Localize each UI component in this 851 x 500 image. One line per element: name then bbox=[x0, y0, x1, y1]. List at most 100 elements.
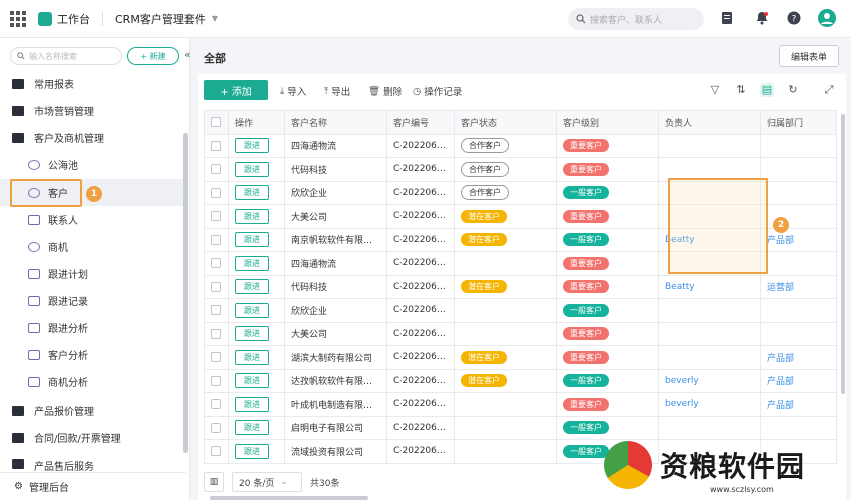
column-settings-icon[interactable]: ▥ bbox=[204, 472, 224, 492]
table-row[interactable]: 跟进 大美公司 C-20220608... 重要客户 bbox=[204, 321, 837, 346]
dept-cell[interactable] bbox=[760, 321, 837, 346]
fullscreen-icon[interactable]: ⤢ bbox=[822, 83, 836, 97]
layout-icon[interactable]: ▤ bbox=[760, 83, 774, 97]
sidebar-item-follow-record[interactable]: 跟进记录 bbox=[0, 287, 186, 314]
sidebar-scrollbar[interactable] bbox=[183, 133, 188, 453]
bell-icon[interactable] bbox=[755, 11, 769, 25]
customer-name-cell[interactable]: 南京帆软软件有限公... bbox=[284, 227, 387, 252]
follow-button[interactable]: 跟进 bbox=[235, 208, 269, 224]
customer-name-cell[interactable]: 欣欣企业 bbox=[284, 180, 387, 205]
dept-cell[interactable] bbox=[760, 157, 837, 182]
row-checkbox[interactable] bbox=[204, 298, 229, 323]
sort-icon[interactable]: ⇅ bbox=[734, 83, 748, 97]
owner-cell[interactable] bbox=[658, 345, 761, 370]
row-checkbox[interactable] bbox=[204, 274, 229, 299]
table-row[interactable]: 跟进 欣欣企业 C-20220608... 一般客户 bbox=[204, 298, 837, 323]
column-header[interactable]: 客户编号 bbox=[386, 110, 455, 135]
table-row[interactable]: 跟进 叶成机电制造有限公... C-20220602... 重要客户 beverly 产品… bbox=[204, 392, 837, 417]
customer-name-cell[interactable]: 欣欣企业 bbox=[284, 298, 387, 323]
follow-button[interactable]: 跟进 bbox=[235, 185, 269, 201]
owner-cell[interactable]: Beatty bbox=[658, 274, 761, 299]
follow-button[interactable]: 跟进 bbox=[235, 420, 269, 436]
row-checkbox[interactable] bbox=[204, 439, 229, 464]
table-row[interactable]: 跟进 代码科技 C-20220608... 潜在客户 重要客户 Beatty 运营部 bbox=[204, 274, 837, 299]
owner-cell[interactable]: beverly bbox=[658, 368, 761, 393]
sidebar-search-input[interactable]: 输入名称搜索 bbox=[10, 47, 122, 65]
dept-cell[interactable]: 产品部 bbox=[760, 345, 837, 370]
row-checkbox[interactable] bbox=[204, 368, 229, 393]
horizontal-scrollbar[interactable] bbox=[210, 496, 368, 500]
follow-button[interactable]: 跟进 bbox=[235, 443, 269, 459]
owner-cell[interactable]: beverly bbox=[658, 392, 761, 417]
follow-button[interactable]: 跟进 bbox=[235, 279, 269, 295]
chevron-down-icon[interactable]: ▼ bbox=[212, 14, 218, 23]
sidebar-item-customer-opportunity[interactable]: 客户及商机管理 bbox=[0, 124, 186, 151]
dept-cell[interactable]: 产品部 bbox=[760, 392, 837, 417]
sidebar-item-contract[interactable]: 合同/回款/开票管理 bbox=[0, 424, 186, 451]
table-row[interactable]: 跟进 湖滨大制药有限公司 C-20220607... 潜在客户 重要客户 产品部 bbox=[204, 345, 837, 370]
row-checkbox[interactable] bbox=[204, 321, 229, 346]
sidebar-item-opportunity[interactable]: 商机 bbox=[0, 233, 186, 260]
customer-name-cell[interactable]: 湖滨大制药有限公司 bbox=[284, 345, 387, 370]
follow-button[interactable]: 跟进 bbox=[235, 396, 269, 412]
customer-name-cell[interactable]: 流域投资有限公司 bbox=[284, 439, 387, 464]
sidebar-item-product-quote[interactable]: 产品报价管理 bbox=[0, 397, 186, 424]
sidebar-item-marketing[interactable]: 市场营销管理 bbox=[0, 97, 186, 124]
global-search-input[interactable]: 搜索客户、联系人 bbox=[568, 8, 704, 30]
table-row[interactable]: 跟进 达孜帆软软件有限公... C-20220607... 潜在客户 一般客户 bever… bbox=[204, 368, 837, 393]
column-header[interactable]: 负责人 bbox=[658, 110, 761, 135]
export-button[interactable]: ⤒ 导出 bbox=[324, 84, 350, 99]
column-header[interactable]: 客户状态 bbox=[454, 110, 557, 135]
suite-name[interactable]: CRM客户管理套件 bbox=[115, 11, 206, 27]
row-checkbox[interactable] bbox=[204, 345, 229, 370]
row-checkbox[interactable] bbox=[204, 227, 229, 252]
customer-name-cell[interactable]: 四海通物流 bbox=[284, 133, 387, 158]
column-header[interactable]: 客户级别 bbox=[556, 110, 659, 135]
owner-cell[interactable] bbox=[658, 298, 761, 323]
sidebar-item-common-reports[interactable]: 常用报表 bbox=[0, 70, 186, 97]
customer-name-cell[interactable]: 大美公司 bbox=[284, 321, 387, 346]
customer-name-cell[interactable]: 大美公司 bbox=[284, 204, 387, 229]
help-icon[interactable]: ? bbox=[787, 11, 801, 25]
follow-button[interactable]: 跟进 bbox=[235, 138, 269, 154]
sidebar-item-public-pool[interactable]: 公海池 bbox=[0, 151, 186, 178]
notes-icon[interactable] bbox=[720, 11, 734, 25]
delete-button[interactable]: 🗑 删除 bbox=[368, 84, 402, 99]
dept-cell[interactable]: 产品部 bbox=[760, 227, 837, 252]
customer-name-cell[interactable]: 代码科技 bbox=[284, 157, 387, 182]
follow-button[interactable]: 跟进 bbox=[235, 373, 269, 389]
sidebar-item-opportunity-analysis[interactable]: 商机分析 bbox=[0, 368, 186, 395]
row-checkbox[interactable] bbox=[204, 133, 229, 158]
app-grid-icon[interactable] bbox=[10, 10, 28, 28]
sidebar-item-follow-plan[interactable]: 跟进计划 bbox=[0, 260, 186, 287]
follow-button[interactable]: 跟进 bbox=[235, 326, 269, 342]
admin-backend-link[interactable]: ⚙ 管理后台 bbox=[0, 472, 186, 500]
follow-button[interactable]: 跟进 bbox=[235, 161, 269, 177]
row-checkbox[interactable] bbox=[204, 392, 229, 417]
edit-form-button[interactable]: 编辑表单 bbox=[779, 45, 839, 67]
row-checkbox[interactable] bbox=[204, 204, 229, 229]
filter-icon[interactable]: ▽ bbox=[708, 83, 722, 97]
dept-cell[interactable] bbox=[760, 180, 837, 205]
history-button[interactable]: ◷ 操作记录 bbox=[413, 84, 462, 99]
dept-cell[interactable] bbox=[760, 251, 837, 276]
sidebar-item-follow-analysis[interactable]: 跟进分析 bbox=[0, 314, 186, 341]
sidebar-item-contacts[interactable]: 联系人 bbox=[0, 206, 186, 233]
customer-name-cell[interactable]: 叶成机电制造有限公... bbox=[284, 392, 387, 417]
customer-name-cell[interactable]: 代码科技 bbox=[284, 274, 387, 299]
select-all-checkbox[interactable] bbox=[204, 110, 229, 135]
avatar[interactable] bbox=[818, 9, 836, 27]
dept-cell[interactable] bbox=[760, 204, 837, 229]
table-row[interactable]: 跟进 四海通物流 C-20220608... 合作客户 重要客户 bbox=[204, 133, 837, 158]
app-name[interactable]: 工作台 bbox=[57, 11, 90, 27]
new-button[interactable]: + 新建 bbox=[127, 47, 179, 65]
customer-name-cell[interactable]: 达孜帆软软件有限公... bbox=[284, 368, 387, 393]
row-checkbox[interactable] bbox=[204, 251, 229, 276]
column-header[interactable]: 客户名称 bbox=[284, 110, 387, 135]
vertical-scrollbar[interactable] bbox=[841, 114, 845, 394]
dept-cell[interactable]: 产品部 bbox=[760, 368, 837, 393]
refresh-icon[interactable]: ↻ bbox=[786, 83, 800, 97]
page-size-select[interactable]: 20 条/页 ⌄ bbox=[232, 472, 302, 492]
sidebar-item-after-sales[interactable]: 产品售后服务 bbox=[0, 451, 186, 471]
owner-cell[interactable] bbox=[658, 321, 761, 346]
